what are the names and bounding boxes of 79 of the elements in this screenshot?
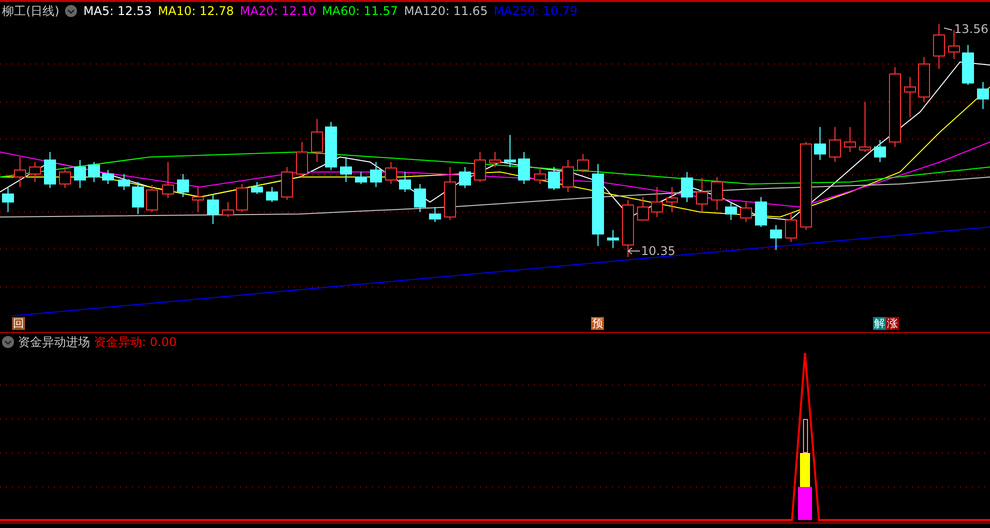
candlestick: [102, 170, 114, 184]
candlestick: [88, 162, 100, 182]
signal-marker: 涨: [886, 317, 899, 330]
indicator-title: 资金异动进场: [18, 334, 90, 350]
candlestick: [118, 174, 130, 190]
candlestick: [962, 44, 974, 86]
candlestick: [829, 126, 841, 162]
indicator-value: 资金异动: 0.00: [94, 334, 177, 350]
signal-marker: 预: [591, 317, 604, 330]
candlestick: [622, 200, 634, 258]
candlestick: [266, 186, 278, 202]
candlestick: [681, 172, 693, 202]
candlestick: [904, 76, 916, 118]
candlestick: [429, 206, 441, 222]
candlestick: [474, 152, 486, 182]
candlestick: [59, 166, 71, 188]
candlestick: [859, 102, 871, 152]
candlestick: [311, 118, 323, 162]
dropdown-icon[interactable]: [2, 336, 14, 348]
signal-marker: 解: [873, 317, 886, 330]
moving-average-value: MA5: 12.53: [83, 4, 152, 18]
candlestick: [755, 196, 767, 228]
candlestick: [577, 154, 589, 172]
candlestick: [2, 186, 14, 212]
candlestick: [44, 152, 56, 188]
moving-average-value: MA20: 12.10: [240, 4, 316, 18]
moving-average-value: MA120: 11.65: [404, 4, 488, 18]
candlestick: [711, 176, 723, 210]
candlestick: [444, 166, 456, 220]
dropdown-icon[interactable]: [65, 5, 78, 17]
candlestick: [651, 186, 663, 218]
moving-average-value: MA60: 11.57: [322, 4, 398, 18]
candlestick: [236, 184, 248, 212]
candlestick: [296, 142, 308, 178]
candlestick: [518, 152, 530, 184]
candlestick: [146, 184, 158, 212]
candlestick: [918, 56, 930, 102]
moving-average-value: MA250: 10.79: [494, 4, 578, 18]
candlestick: [132, 182, 144, 214]
candlestick: [281, 166, 293, 200]
candlestick: [340, 156, 352, 182]
candlestick: [933, 24, 945, 70]
candlestick: [548, 166, 560, 190]
candlestick: [637, 196, 649, 220]
candlestick: [696, 178, 708, 212]
candlestick: [192, 186, 204, 212]
candlestick: [207, 194, 219, 224]
signal-marker: 回: [12, 317, 25, 330]
candlestick: [385, 162, 397, 184]
candlestick: [562, 160, 574, 192]
candlestick: [177, 174, 189, 198]
candlestick: [251, 182, 263, 194]
candlestick: [607, 230, 619, 248]
candlestick: [14, 156, 26, 188]
candlestick: [785, 212, 797, 242]
candlestick: [770, 224, 782, 250]
candlestick: [725, 202, 737, 220]
candlestick: [370, 162, 382, 188]
moving-average-value: MA10: 12.78: [158, 4, 234, 18]
candlestick: [740, 202, 752, 222]
candlestick: [814, 126, 826, 160]
signal-bar: [798, 487, 812, 520]
candlestick: [977, 82, 989, 110]
candlestick: [504, 134, 516, 168]
candlestick: [74, 160, 86, 188]
candlestick: [459, 166, 471, 188]
candlestick: [162, 162, 174, 198]
chart-title: 柳工(日线): [2, 2, 60, 20]
candlestick: [844, 126, 856, 152]
candlestick: [325, 122, 337, 170]
candlestick: [355, 172, 367, 184]
candlestick: [534, 166, 546, 184]
candlestick: [489, 152, 501, 168]
candlestick: [666, 186, 678, 212]
candlestick: [29, 162, 41, 182]
candlestick: [222, 202, 234, 218]
candlestick: [399, 172, 411, 192]
candlestick: [414, 184, 426, 212]
candlestick: [874, 140, 886, 162]
